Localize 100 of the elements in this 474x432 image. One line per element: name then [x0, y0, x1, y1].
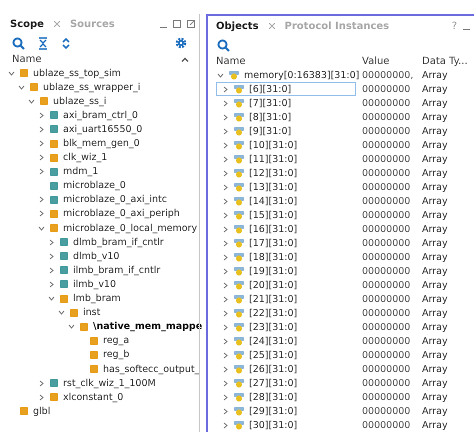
tree-item[interactable]: axi_uart16550_0 — [63, 124, 142, 135]
tree-item[interactable]: microblaze_0 — [63, 180, 126, 192]
panel-tab[interactable]: Scope — [10, 18, 44, 30]
object-type: Array — [422, 280, 449, 290]
object-value: 00000000 — [362, 280, 412, 290]
tree-item[interactable]: dlmb_bram_if_cntlr — [73, 236, 164, 248]
object-value: 00000000 — [362, 322, 412, 332]
object-type: Array — [422, 308, 449, 318]
object-name[interactable]: [27][31:0] — [249, 378, 298, 388]
object-type: Array — [422, 392, 449, 402]
object-value: 00000000 — [362, 224, 412, 234]
tree-item[interactable]: mdm_1 — [63, 166, 98, 178]
tree-item[interactable]: lmb_bram — [73, 293, 121, 304]
object-value: 00000000 — [362, 84, 412, 94]
object-type: Array — [422, 70, 449, 80]
object-value: 00000000 — [362, 336, 412, 346]
object-value: 00000000 — [362, 182, 412, 192]
object-name[interactable]: [19][31:0] — [249, 266, 298, 276]
panel-tab[interactable]: Objects — [216, 20, 259, 32]
column-header[interactable]: Name — [216, 56, 362, 66]
tree-item[interactable]: microblaze_0_local_memory — [63, 222, 198, 234]
tree-item[interactable]: microblaze_0_axi_periph — [63, 208, 180, 220]
object-name[interactable]: [12][31:0] — [249, 168, 298, 178]
tree-item[interactable]: glbl — [33, 406, 50, 417]
object-name[interactable]: [13][31:0] — [249, 182, 298, 192]
object-value: 00000000 — [362, 238, 412, 248]
tree-item[interactable]: \native_mem_mappe — [93, 321, 202, 332]
object-name[interactable]: [16][31:0] — [249, 224, 298, 234]
object-type: Array — [422, 350, 449, 360]
object-value: 00000000 — [362, 364, 412, 374]
tree-item[interactable]: reg_a — [103, 335, 130, 346]
column-header[interactable]: Name — [12, 54, 42, 64]
object-type: Array — [422, 168, 449, 178]
object-type: Array — [422, 140, 449, 150]
tree-item[interactable]: xlconstant_0 — [63, 392, 124, 403]
tree-item[interactable]: microblaze_0_axi_intc — [63, 194, 167, 206]
object-name[interactable]: [29][31:0] — [249, 406, 298, 416]
object-type: Array — [422, 364, 449, 374]
object-name[interactable]: [17][31:0] — [249, 238, 298, 248]
object-type: Array — [422, 406, 449, 416]
object-type: Array — [422, 210, 449, 220]
object-value: 00000000 — [362, 392, 412, 402]
object-name[interactable]: [7][31:0] — [249, 98, 292, 108]
object-name[interactable]: [28][31:0] — [249, 392, 298, 402]
object-name[interactable]: [18][31:0] — [249, 252, 298, 262]
object-value: 00000000 — [362, 126, 412, 136]
object-type: Array — [422, 196, 449, 206]
object-value: 00000000 — [362, 294, 412, 304]
object-type: Array — [422, 98, 449, 108]
object-name[interactable]: [9][31:0] — [249, 126, 292, 136]
object-value: 00000000 — [362, 406, 412, 416]
object-name[interactable]: [23][31:0] — [249, 322, 298, 332]
object-name[interactable]: [25][31:0] — [249, 350, 298, 360]
tree-item[interactable]: ilmb_v10 — [73, 278, 116, 290]
object-type: Array — [422, 126, 449, 136]
object-value: 00000000 — [362, 168, 412, 178]
object-type: Array — [422, 182, 449, 192]
object-name[interactable]: [21][31:0] — [249, 294, 298, 304]
object-name[interactable]: [11][31:0] — [249, 154, 298, 164]
object-name[interactable]: [14][31:0] — [249, 196, 298, 206]
object-value: 00000000 — [362, 378, 412, 388]
object-name[interactable]: [22][31:0] — [249, 308, 298, 318]
object-value: 00000000 — [362, 210, 412, 220]
tree-item[interactable]: ublaze_ss_top_sim — [33, 68, 121, 79]
tree-item[interactable]: axi_bram_ctrl_0 — [63, 110, 138, 121]
tree-item[interactable]: rst_clk_wiz_1_100M — [63, 378, 156, 389]
object-name[interactable]: [8][31:0] — [249, 112, 292, 122]
object-name[interactable]: [30][31:0] — [249, 420, 298, 430]
tree-item[interactable]: ilmb_bram_if_cntlr — [73, 264, 160, 276]
object-type: Array — [422, 266, 449, 276]
tree-item[interactable]: clk_wiz_1 — [63, 152, 108, 164]
object-value: 00000000 — [362, 420, 412, 430]
column-header[interactable]: Value — [362, 56, 422, 66]
tree-item[interactable]: reg_b — [103, 349, 130, 360]
tree-item[interactable]: blk_mem_gen_0 — [63, 138, 140, 150]
column-header[interactable]: Data Ty... — [422, 56, 474, 66]
object-name[interactable]: [15][31:0] — [249, 210, 298, 220]
object-type: Array — [422, 84, 449, 94]
object-name[interactable]: [20][31:0] — [249, 280, 298, 290]
object-value: 00000000 — [362, 98, 412, 108]
object-name[interactable]: [10][31:0] — [249, 140, 298, 150]
object-name[interactable]: [24][31:0] — [249, 336, 298, 346]
object-type: Array — [422, 294, 449, 304]
object-value: 00000000, — [362, 70, 414, 80]
object-name[interactable]: [26][31:0] — [249, 364, 298, 374]
tree-item[interactable]: inst — [83, 307, 100, 318]
object-type: Array — [422, 224, 449, 234]
object-type: Array — [422, 252, 449, 262]
object-name[interactable]: memory[0:16383][31:0] — [244, 70, 360, 80]
object-value: 00000000 — [362, 196, 412, 206]
object-type: Array — [422, 378, 449, 388]
tree-item[interactable]: dlmb_v10 — [73, 250, 120, 262]
tree-item[interactable]: has_softecc_output_ — [103, 364, 200, 375]
object-type: Array — [422, 336, 449, 346]
object-value: 00000000 — [362, 140, 412, 150]
object-type: Array — [422, 112, 449, 122]
tree-item[interactable]: ublaze_ss_i — [53, 96, 106, 107]
tree-item[interactable]: ublaze_ss_wrapper_i — [43, 82, 140, 93]
object-value: 00000000 — [362, 154, 412, 164]
object-value: 00000000 — [362, 308, 412, 318]
